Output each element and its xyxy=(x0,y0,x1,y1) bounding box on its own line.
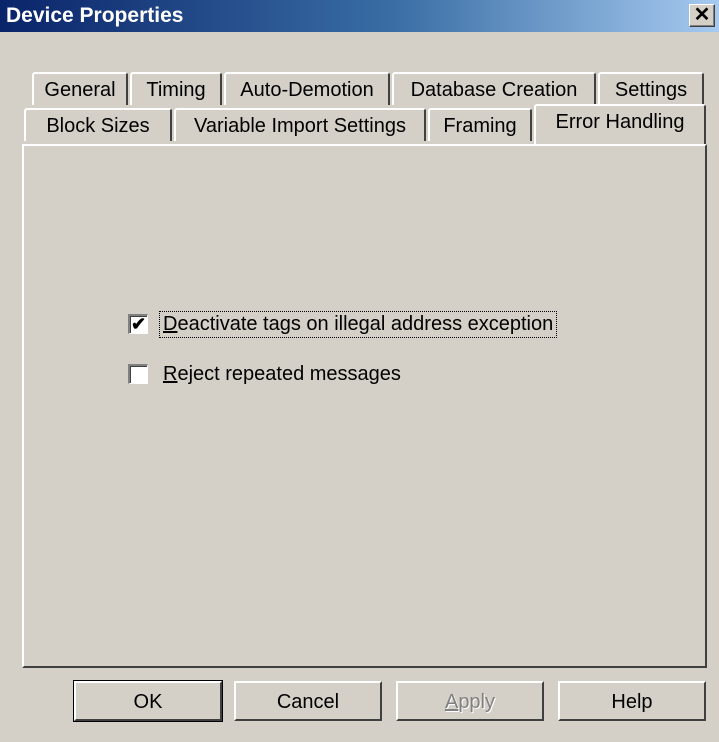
tab-label: Database Creation xyxy=(410,79,578,101)
tab-framing[interactable]: Framing xyxy=(428,108,532,141)
tab-block-sizes[interactable]: Block Sizes xyxy=(24,108,172,141)
close-button[interactable]: ✕ xyxy=(689,4,715,27)
tab-label: Block Sizes xyxy=(46,115,150,137)
label-text: eactivate tags on illegal address except… xyxy=(177,312,554,335)
help-button[interactable]: Help xyxy=(558,681,706,721)
deactivate-tags-label: Deactivate tags on illegal address excep… xyxy=(158,310,558,338)
title-bar: Device Properties ✕ xyxy=(0,0,719,32)
reject-repeated-option[interactable]: Reject repeated messages xyxy=(128,361,404,387)
deactivate-tags-checkbox[interactable]: ✔ xyxy=(128,314,148,334)
tab-general[interactable]: General xyxy=(32,72,128,105)
tab-timing[interactable]: Timing xyxy=(130,72,222,105)
reject-repeated-label: Reject repeated messages xyxy=(160,362,404,387)
tab-label: Error Handling xyxy=(555,111,685,133)
accelerator-key: A xyxy=(444,691,459,713)
cancel-button[interactable]: Cancel xyxy=(234,681,382,721)
checkmark-icon: ✔ xyxy=(130,314,147,334)
label-text: eject repeated messages xyxy=(177,362,401,385)
tab-settings[interactable]: Settings xyxy=(598,72,704,105)
reject-repeated-checkbox[interactable] xyxy=(128,364,148,384)
tab-label: General xyxy=(44,79,116,101)
tab-label: Auto-Demotion xyxy=(240,79,374,101)
tab-label: Framing xyxy=(443,115,517,137)
apply-button[interactable]: Apply xyxy=(396,681,544,721)
tab-label: Variable Import Settings xyxy=(194,115,406,137)
tab-label: Timing xyxy=(146,79,206,101)
accelerator-key: R xyxy=(163,362,178,385)
tab-database-creation[interactable]: Database Creation xyxy=(392,72,596,105)
error-handling-panel xyxy=(22,144,707,668)
ok-button[interactable]: OK xyxy=(73,680,223,722)
close-icon: ✕ xyxy=(693,4,711,26)
accelerator-key: D xyxy=(163,312,178,335)
tab-variable-import-settings[interactable]: Variable Import Settings xyxy=(174,108,426,141)
tab-label: Settings xyxy=(614,79,688,101)
tab-error-handling[interactable]: Error Handling xyxy=(534,104,706,144)
window-title: Device Properties xyxy=(6,4,184,27)
deactivate-tags-option[interactable]: ✔ Deactivate tags on illegal address exc… xyxy=(128,310,558,338)
button-label: pply xyxy=(458,691,496,713)
tab-auto-demotion[interactable]: Auto-Demotion xyxy=(224,72,390,105)
